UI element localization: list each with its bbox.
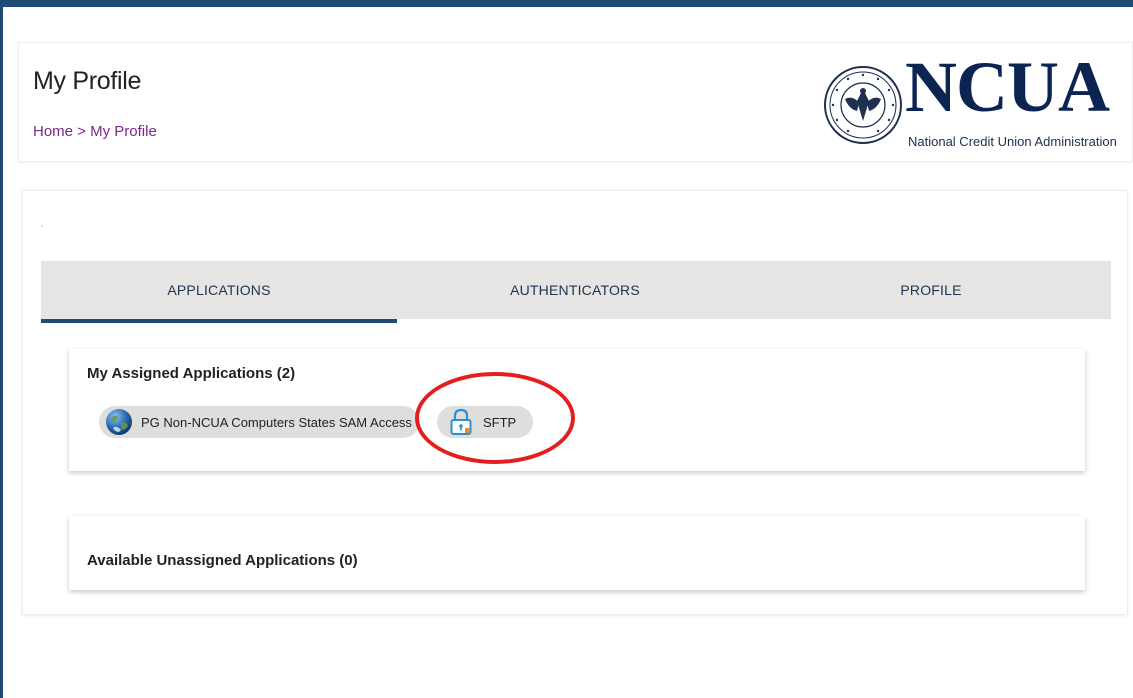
tab-applications[interactable]: APPLICATIONS xyxy=(41,261,397,323)
left-accent-rule xyxy=(0,0,3,698)
breadcrumb-separator: > xyxy=(73,123,91,140)
assigned-applications-title: My Assigned Applications (2) xyxy=(87,365,296,382)
breadcrumb-current[interactable]: My Profile xyxy=(90,123,157,140)
page-header: My Profile Home > My Profile NCUA Nation… xyxy=(18,42,1133,162)
app-pill-sam-access[interactable]: PG Non-NCUA Computers States SAM Access xyxy=(99,406,419,438)
decorative-dot xyxy=(41,225,43,227)
unassigned-applications-section: Available Unassigned Applications (0) xyxy=(69,516,1085,590)
lock-icon xyxy=(450,408,472,435)
profile-tabs: APPLICATIONS AUTHENTICATORS PROFILE xyxy=(41,261,1111,323)
app-pill-sftp[interactable]: SFTP xyxy=(437,406,533,438)
profile-content-panel: APPLICATIONS AUTHENTICATORS PROFILE My A… xyxy=(22,190,1128,615)
breadcrumb-home-link[interactable]: Home xyxy=(33,123,73,140)
brand-name: NCUA xyxy=(905,47,1110,127)
top-accent-bar xyxy=(0,0,1133,7)
assigned-applications-section: My Assigned Applications (2) PG Non-NCUA… xyxy=(69,349,1085,471)
ncua-brand: NCUA National Credit Union Administratio… xyxy=(823,51,1123,157)
ncua-seal-logo xyxy=(824,66,902,144)
unassigned-applications-title: Available Unassigned Applications (0) xyxy=(87,552,358,569)
app-name-sam-access: PG Non-NCUA Computers States SAM Access xyxy=(141,414,412,430)
breadcrumb: Home > My Profile xyxy=(33,123,157,140)
globe-icon xyxy=(106,409,132,435)
tab-profile[interactable]: PROFILE xyxy=(753,261,1109,319)
tab-authenticators[interactable]: AUTHENTICATORS xyxy=(397,261,753,319)
brand-subtitle: National Credit Union Administration xyxy=(908,134,1117,149)
page-title: My Profile xyxy=(33,67,142,95)
app-name-sftp: SFTP xyxy=(483,414,517,430)
